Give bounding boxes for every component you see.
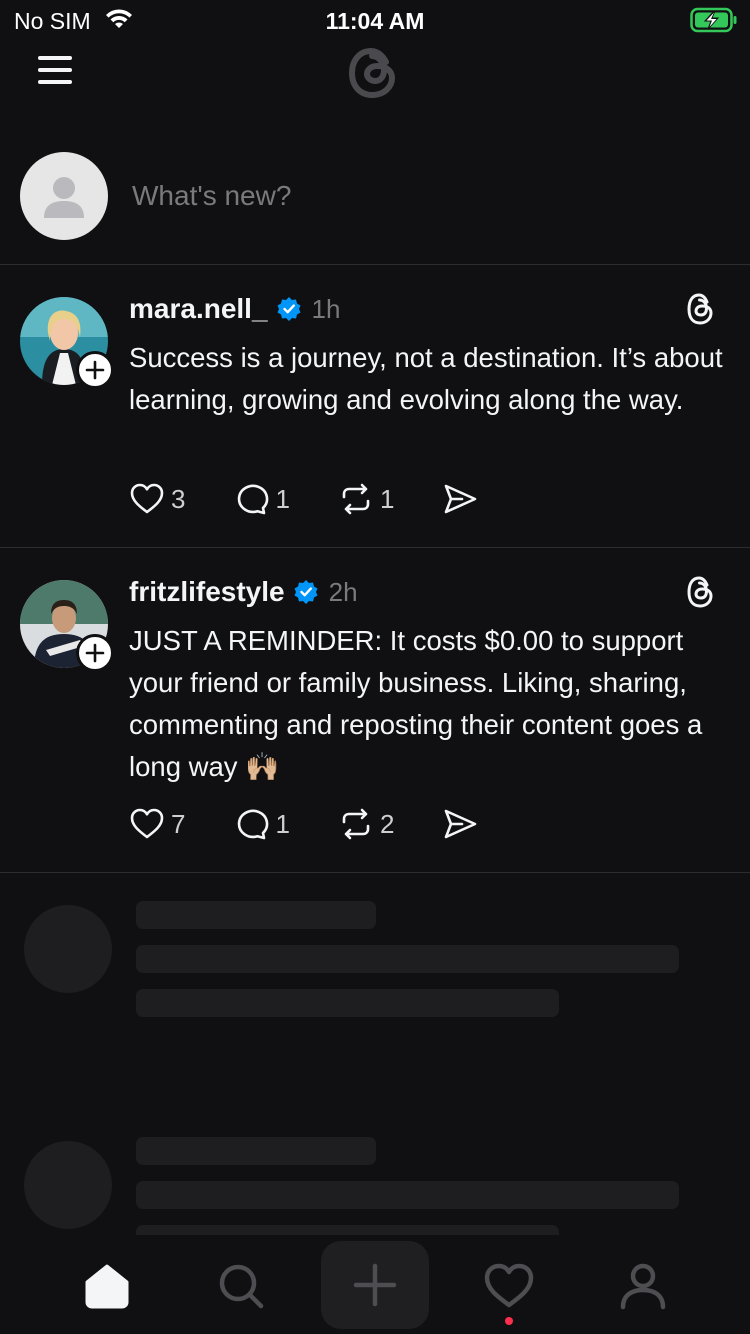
skeleton-line xyxy=(136,945,679,973)
post-timestamp: 2h xyxy=(328,576,358,607)
heart-icon xyxy=(130,808,164,839)
new-thread-composer xyxy=(0,150,750,265)
post-timestamp: 1h xyxy=(311,293,341,324)
default-avatar-icon xyxy=(44,177,84,218)
top-navigation xyxy=(0,40,750,110)
bottom-tab-bar xyxy=(0,1235,750,1334)
hamburger-menu-icon[interactable] xyxy=(36,52,76,86)
like-count: 7 xyxy=(171,808,186,839)
repost-button[interactable]: 2 xyxy=(338,806,394,842)
reply-count: 1 xyxy=(275,808,290,839)
reply-count: 1 xyxy=(275,483,290,514)
battery-charging-icon xyxy=(690,7,737,33)
like-button[interactable]: 3 xyxy=(129,481,185,517)
verified-badge-icon xyxy=(294,580,318,604)
status-bar: No SIM 11:04 AM xyxy=(0,0,750,40)
plus-icon xyxy=(85,360,105,380)
tab-create[interactable] xyxy=(321,1241,429,1329)
thread-post[interactable]: fritzlifestyle 2h JUST A REMINDER: It co… xyxy=(0,548,750,873)
heart-icon xyxy=(130,483,164,514)
post-text: JUST A REMINDER: It costs $0.00 to suppo… xyxy=(129,625,703,782)
username[interactable]: fritzlifestyle xyxy=(129,576,285,608)
skeleton-line xyxy=(136,1181,679,1209)
post-actions: 3 1 1 xyxy=(129,481,526,517)
post-actions: 7 1 2 xyxy=(129,806,526,842)
send-icon xyxy=(445,809,477,839)
skeleton-line xyxy=(136,1137,376,1165)
reply-button[interactable]: 1 xyxy=(233,806,290,842)
user-avatar[interactable] xyxy=(20,152,108,240)
send-icon xyxy=(445,484,477,514)
profile-icon xyxy=(620,1263,666,1310)
share-button[interactable] xyxy=(442,481,478,517)
tab-activity[interactable] xyxy=(473,1253,545,1319)
repost-icon xyxy=(342,483,370,515)
heart-icon xyxy=(484,1263,534,1308)
like-count: 3 xyxy=(171,483,186,514)
tab-search[interactable] xyxy=(205,1253,277,1319)
whats-new-input[interactable] xyxy=(132,180,692,212)
comment-icon xyxy=(238,484,269,515)
threads-logo-icon[interactable] xyxy=(341,40,407,106)
reply-button[interactable]: 1 xyxy=(233,481,290,517)
clock: 11:04 AM xyxy=(325,8,425,34)
home-icon xyxy=(85,1264,129,1309)
notification-dot xyxy=(505,1317,513,1325)
repost-button[interactable]: 1 xyxy=(338,481,394,517)
follow-button[interactable] xyxy=(76,351,114,389)
plus-icon xyxy=(85,643,105,663)
threads-logo-icon[interactable] xyxy=(684,574,716,610)
tab-home[interactable] xyxy=(71,1253,143,1319)
post-header: mara.nell_ 1h xyxy=(129,293,340,325)
post-text: Success is a journey, not a destination.… xyxy=(129,342,723,415)
skeleton-line xyxy=(136,901,376,929)
threads-logo-icon[interactable] xyxy=(684,291,716,327)
plus-icon xyxy=(353,1263,397,1307)
follow-button[interactable] xyxy=(76,634,114,672)
comment-icon xyxy=(238,809,269,840)
thread-post[interactable]: mara.nell_ 1h Success is a journey, not … xyxy=(0,265,750,548)
like-button[interactable]: 7 xyxy=(129,806,185,842)
verified-badge-icon xyxy=(277,297,301,321)
skeleton-avatar xyxy=(24,905,112,993)
search-icon xyxy=(219,1264,264,1309)
tab-profile[interactable] xyxy=(607,1253,679,1319)
skeleton-avatar xyxy=(24,1141,112,1229)
share-button[interactable] xyxy=(442,806,478,842)
repost-count: 1 xyxy=(379,483,395,514)
repost-count: 2 xyxy=(379,808,395,839)
skeleton-line xyxy=(136,989,559,1017)
username[interactable]: mara.nell_ xyxy=(129,293,268,325)
post-header: fritzlifestyle 2h xyxy=(129,576,358,608)
repost-icon xyxy=(342,808,370,840)
